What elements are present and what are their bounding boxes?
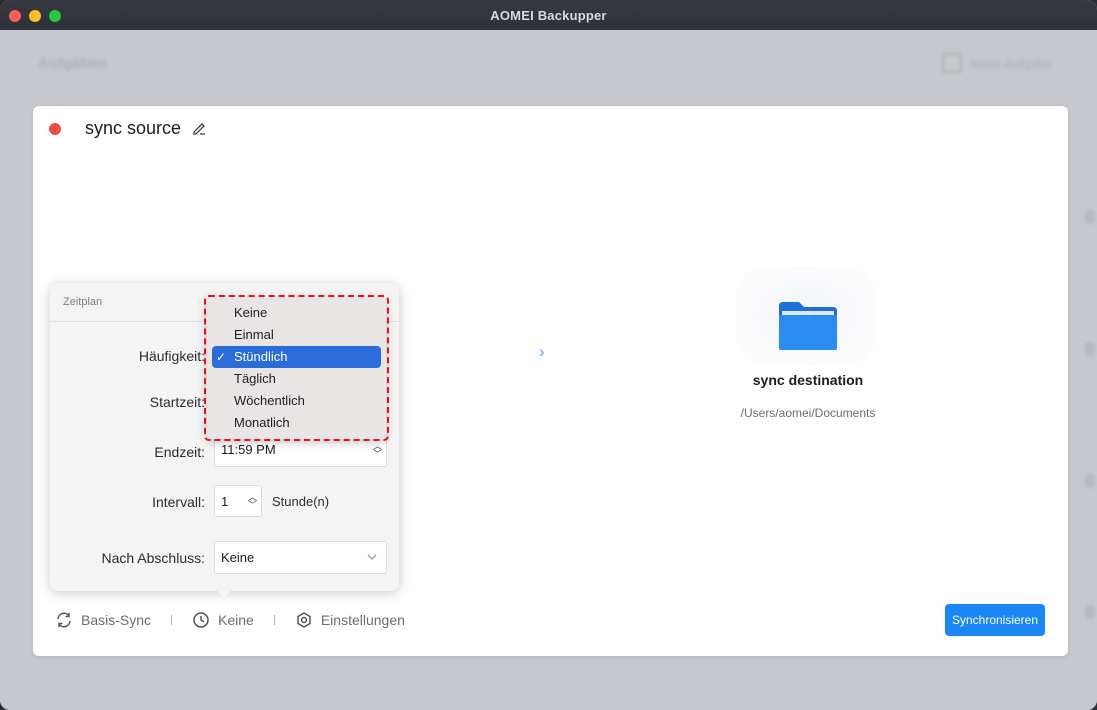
folder-icon[interactable] — [777, 300, 839, 352]
separator — [273, 615, 275, 625]
interval-stepper[interactable]: ︿ ﹀ — [248, 493, 257, 510]
menu-item-monatlich[interactable]: Monatlich — [212, 412, 381, 434]
task-options-bar: Basis-Sync Keine Einstellungen — [55, 608, 405, 632]
after-completion-value: Keine — [221, 550, 255, 565]
settings-label: Einstellungen — [320, 612, 405, 628]
background-scroll-mark — [1085, 474, 1095, 488]
menu-item-label: Monatlich — [234, 415, 290, 430]
menu-item-label: Täglich — [234, 371, 276, 386]
interval-stepper-field[interactable]: 1 ︿ ﹀ — [214, 485, 262, 517]
minimize-window-button[interactable] — [29, 10, 41, 22]
title-bar: AOMEI Backupper — [0, 0, 1097, 30]
menu-item-label: Keine — [234, 305, 268, 320]
background-scroll-mark — [1085, 210, 1095, 224]
menu-item-label: Einmal — [234, 327, 274, 342]
task-name: sync source — [85, 118, 182, 138]
maximize-window-button[interactable] — [49, 10, 61, 22]
pencil-edit-icon[interactable] — [191, 120, 207, 136]
clock-icon — [193, 612, 209, 628]
menu-item-einmal[interactable]: Einmal — [212, 324, 381, 346]
background-scroll-mark — [1085, 342, 1095, 356]
start-time-label: Startzeit: — [149, 394, 205, 410]
sync-mode-label: Basis-Sync — [81, 612, 152, 628]
sync-arrows-icon — [57, 612, 71, 628]
close-window-button[interactable] — [9, 10, 21, 22]
background-new-task-label: Neue Aufgabe — [970, 55, 1053, 71]
menu-item-woechentlich[interactable]: Wöchentlich — [212, 390, 381, 412]
menu-item-stuendlich[interactable]: ✓ Stündlich — [212, 346, 381, 368]
sync-mode-option[interactable]: Basis-Sync — [55, 611, 151, 629]
interval-label: Intervall: — [152, 494, 205, 510]
frequency-label: Häufigkeit: — [138, 348, 205, 364]
stepper-down-icon[interactable]: ﹀ — [248, 501, 257, 510]
app-window: AOMEI Backupper Aufgaben Neue Aufgabe sy… — [0, 0, 1097, 710]
frequency-dropdown-menu: Keine Einmal ✓ Stündlich Täglich Wöchent… — [207, 297, 386, 439]
synchronize-button[interactable]: Synchronisieren — [945, 604, 1045, 636]
menu-item-keine[interactable]: Keine — [212, 302, 381, 324]
window-title: AOMEI Backupper — [490, 7, 607, 23]
after-completion-label: Nach Abschluss: — [101, 550, 206, 566]
end-time-label: Endzeit: — [154, 444, 205, 460]
end-time-value: 11:59 PM — [221, 442, 276, 457]
plus-square-icon — [942, 53, 962, 73]
interval-unit: Stunde(n) — [272, 494, 330, 509]
separator — [171, 615, 173, 625]
popover-pointer — [216, 590, 232, 598]
interval-value: 1 — [221, 493, 229, 509]
destination-path: /Users/aomei/Documents — [740, 406, 876, 420]
checkmark-icon: ✓ — [216, 350, 227, 364]
window-controls — [9, 10, 61, 22]
end-time-stepper[interactable]: ︿ ﹀ — [373, 441, 382, 458]
menu-item-label: Stündlich — [234, 349, 288, 364]
schedule-label: Keine — [218, 612, 254, 628]
stepper-down-icon[interactable]: ﹀ — [373, 449, 382, 458]
background-new-task-button: Neue Aufgabe — [942, 53, 1052, 73]
destination-name: sync destination — [752, 372, 864, 388]
schedule-option[interactable]: Keine — [192, 611, 254, 629]
background-scroll-mark — [1085, 605, 1095, 619]
background-page-title: Aufgaben — [38, 55, 108, 72]
after-completion-select[interactable]: Keine — [214, 541, 387, 574]
status-dot — [49, 123, 61, 135]
gear-icon — [297, 612, 311, 628]
settings-option[interactable]: Einstellungen — [295, 611, 405, 629]
popover-title: Zeitplan — [63, 296, 103, 308]
menu-item-taeglich[interactable]: Täglich — [212, 368, 381, 390]
chevron-down-icon — [367, 554, 377, 560]
menu-item-label: Wöchentlich — [234, 393, 305, 408]
